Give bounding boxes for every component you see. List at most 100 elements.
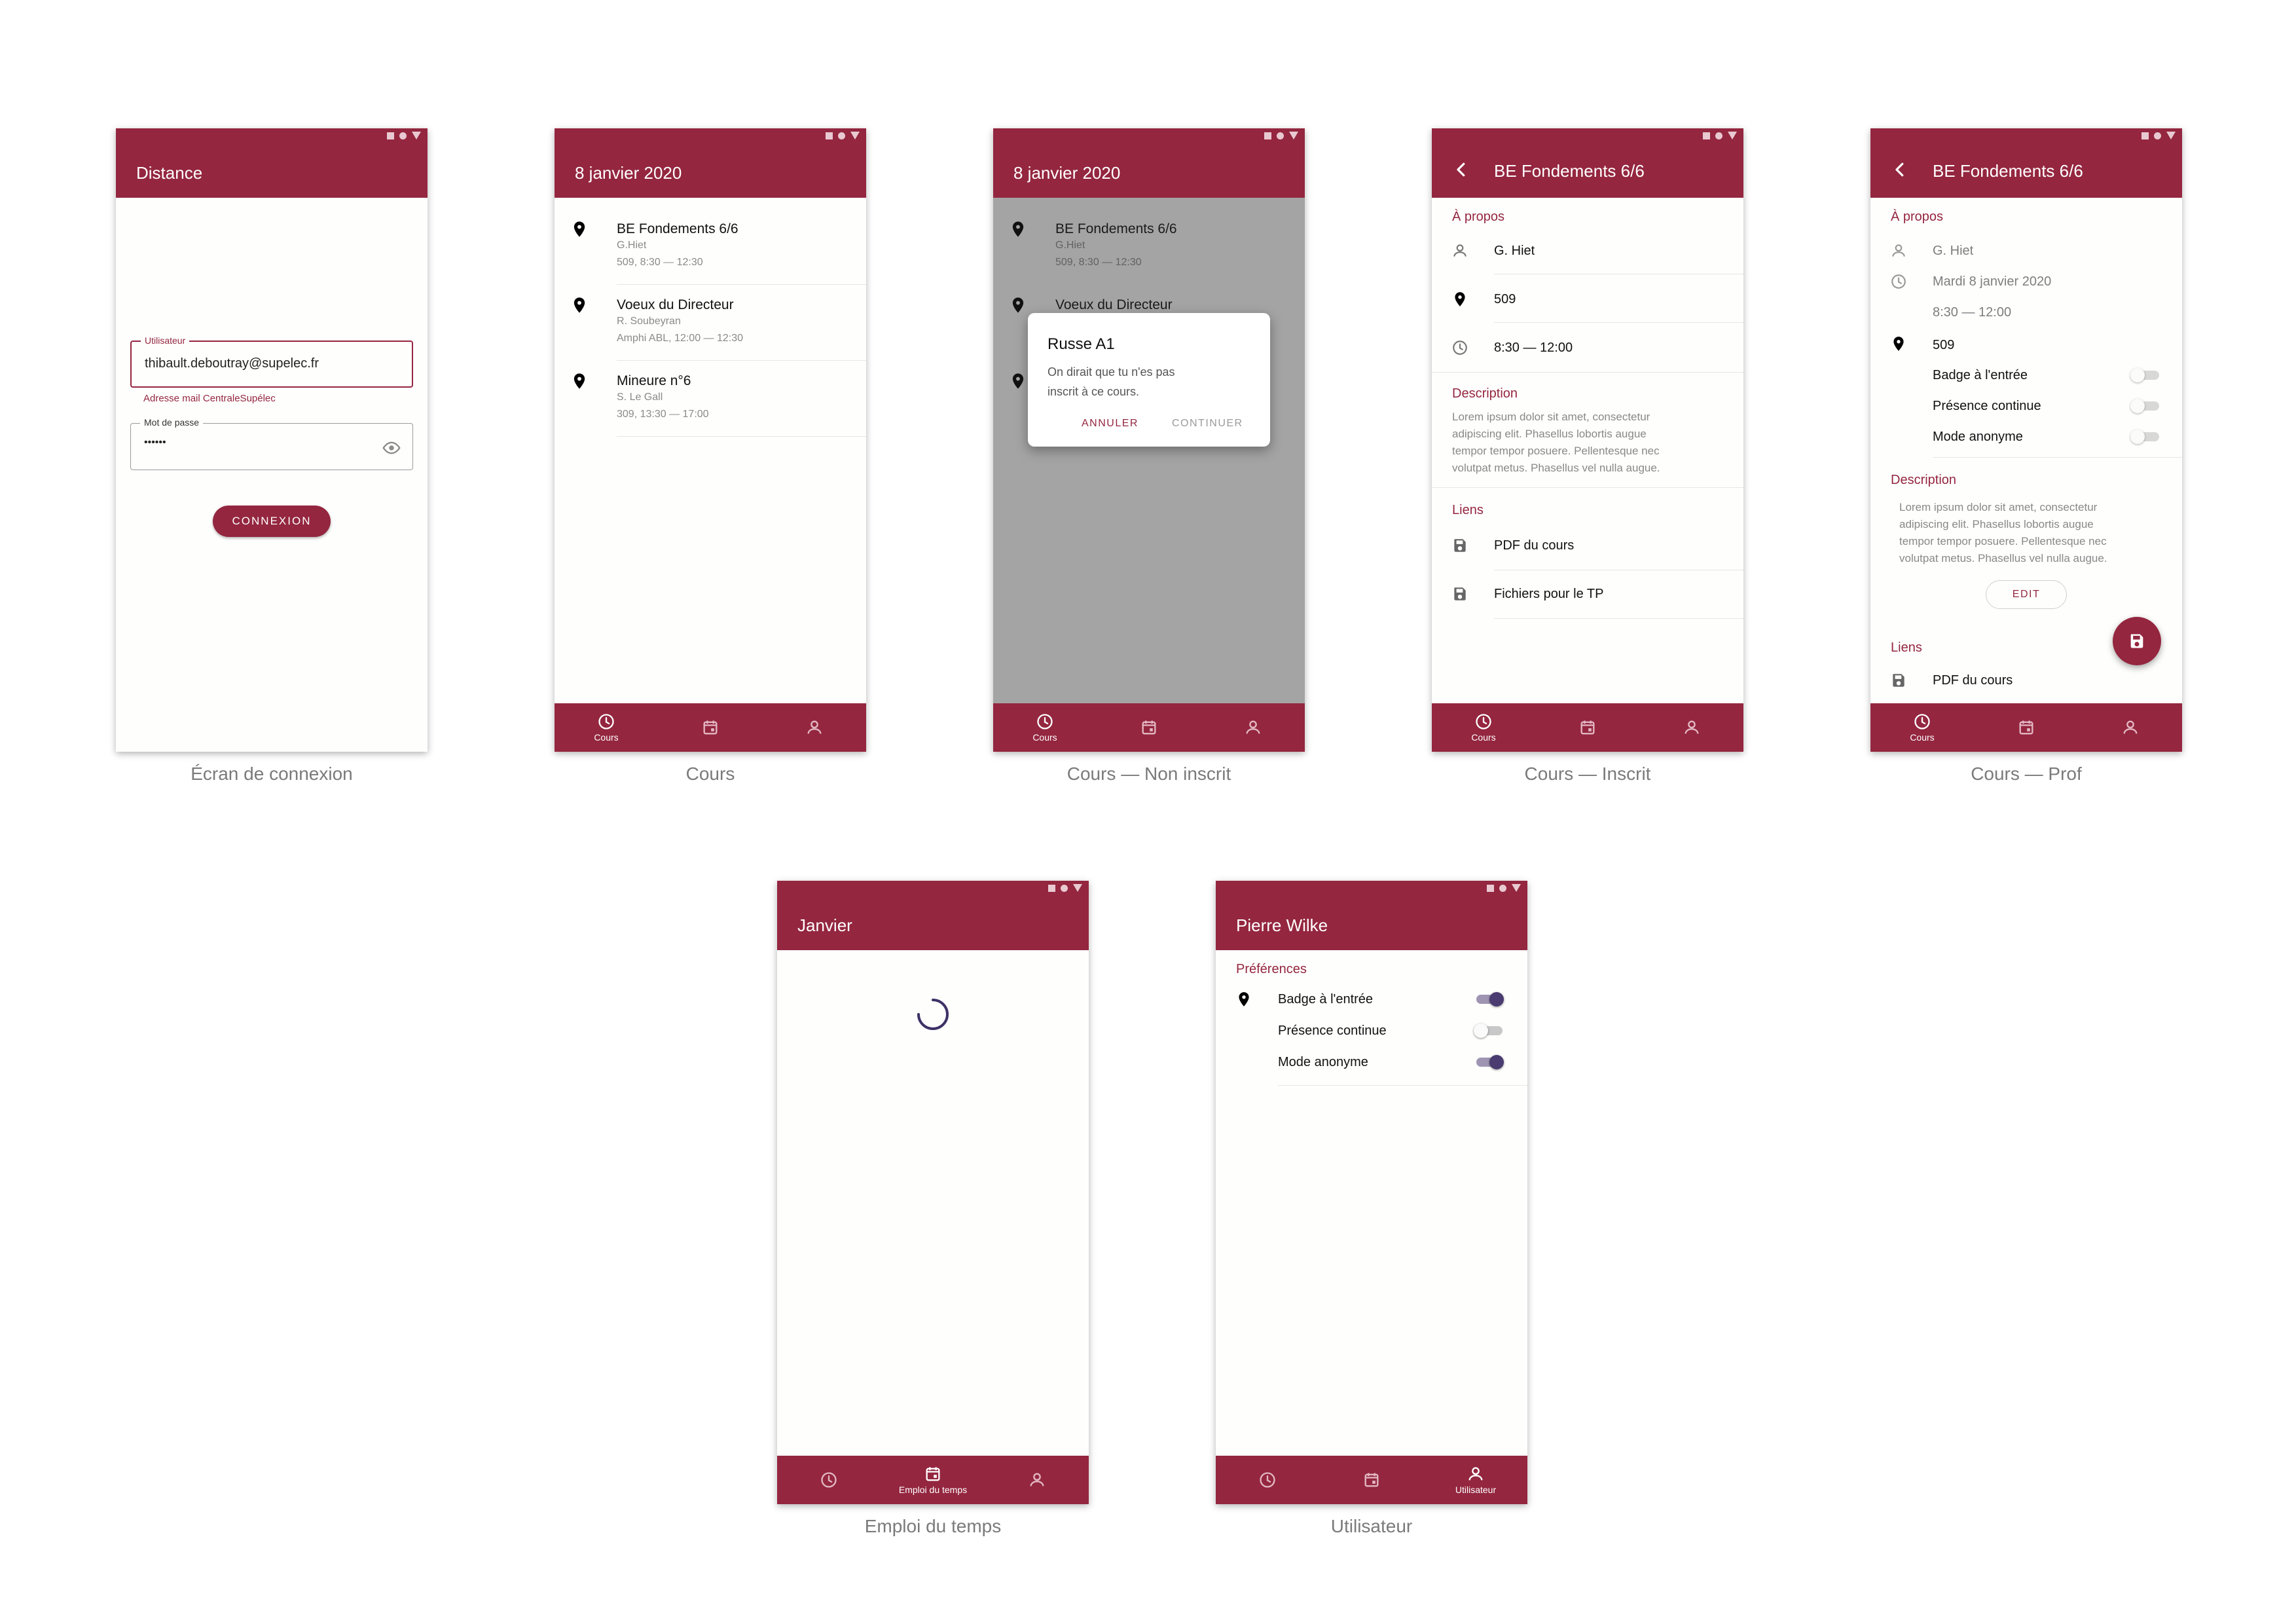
map-pin-icon (1235, 991, 1252, 1008)
divider (617, 360, 866, 361)
chevron-left-icon[interactable] (1890, 160, 1910, 179)
status-bar (1870, 128, 2182, 144)
username-value: thibault.deboutray@supelec.fr (145, 356, 319, 371)
circle-icon (838, 132, 845, 139)
app-title: 8 janvier 2020 (575, 163, 682, 183)
schedule-screen: Janvier Emploi du temps (777, 881, 1089, 1504)
teacher-name: G. Hiet (1494, 244, 1535, 258)
caption-enrolled: Cours — Inscrit (1524, 764, 1651, 784)
nav-courses[interactable] (777, 1456, 881, 1504)
cancel-button[interactable]: ANNULER (1082, 418, 1139, 430)
password-label: Mot de passe (140, 417, 204, 428)
calendar-icon (1578, 718, 1597, 737)
course-item[interactable]: Mineure n°6 S. Le Gall 309, 13:30 — 17:0… (555, 369, 866, 443)
username-field[interactable]: Utilisateur thibault.deboutray@supelec.f… (130, 335, 413, 388)
nav-courses[interactable] (1216, 1456, 1319, 1504)
caption-courses: Cours (685, 764, 735, 784)
nav-schedule[interactable]: Emploi du temps (881, 1456, 985, 1504)
nav-courses[interactable]: Cours (1432, 703, 1535, 752)
description-line: tempor tempor posuere. Pellentesque nec (1899, 535, 2107, 547)
caption-prof: Cours — Prof (1971, 764, 2082, 784)
dialog-scrim[interactable] (993, 198, 1305, 703)
nav-user[interactable] (2079, 703, 2182, 752)
nav-schedule[interactable] (1536, 703, 1639, 752)
room: 509 (1494, 292, 1516, 306)
person-icon (805, 718, 824, 737)
divider (1278, 1085, 1527, 1086)
person-icon (1467, 1465, 1485, 1483)
save-fab[interactable] (2113, 617, 2161, 665)
badge-toggle[interactable] (1474, 992, 1504, 1006)
link-tp-files[interactable]: Fichiers pour le TP (1432, 576, 1743, 623)
about-section-title: À propos (1452, 210, 1505, 224)
triangle-icon (2166, 132, 2176, 139)
square-icon (1703, 132, 1710, 139)
nav-courses-label: Cours (1471, 732, 1496, 743)
clock-icon (1890, 273, 1907, 290)
nav-courses[interactable]: Cours (1870, 703, 1974, 752)
app-bar: 8 janvier 2020 (993, 144, 1305, 198)
nav-schedule[interactable] (659, 703, 762, 752)
clock-icon (1258, 1471, 1277, 1489)
badge-toggle[interactable] (2130, 368, 2160, 382)
app-title: 8 janvier 2020 (1013, 163, 1121, 183)
nav-courses[interactable]: Cours (993, 703, 1097, 752)
nav-user[interactable] (1640, 703, 1743, 752)
preferences-section-title: Préférences (1236, 962, 1307, 976)
login-button[interactable]: CONNEXION (213, 506, 331, 537)
nav-courses-label: Cours (594, 732, 619, 743)
course-details: 309, 13:30 — 17:00 (617, 409, 709, 420)
dialog-text-line-1: On dirait que tu n'es pas (1048, 365, 1175, 378)
nav-schedule[interactable] (1320, 1456, 1423, 1504)
edit-button[interactable]: EDIT (1986, 580, 2067, 609)
nav-courses[interactable]: Cours (555, 703, 658, 752)
app-bar: Janvier (777, 896, 1089, 950)
app-title: BE Fondements 6/6 (1494, 161, 1645, 181)
anonymous-toggle[interactable] (1474, 1055, 1504, 1069)
username-helper: Adresse mail CentraleSupélec (143, 393, 276, 404)
anonymous-toggle[interactable] (2130, 430, 2160, 444)
courses-screen: 8 janvier 2020 BE Fondements 6/6 G.Hiet … (555, 128, 866, 752)
login-button-label: CONNEXION (232, 515, 312, 527)
description-line: tempor tempor posuere. Pellentesque nec (1452, 445, 1660, 457)
nav-user[interactable] (985, 1456, 1089, 1504)
description-line: adipiscing elit. Phasellus lobortis augu… (1452, 428, 1647, 440)
course-item[interactable]: Voeux du Directeur R. Soubeyran Amphi AB… (555, 293, 866, 367)
circle-icon (1061, 884, 1068, 892)
app-title: BE Fondements 6/6 (1933, 161, 2083, 181)
app-bar: 8 janvier 2020 (555, 144, 866, 198)
continue-button[interactable]: CONTINUER (1172, 418, 1243, 430)
description-text: Lorem ipsum dolor sit amet, consectetur … (1452, 409, 1721, 477)
nav-user[interactable] (763, 703, 866, 752)
calendar-icon (2017, 718, 2035, 737)
eye-icon[interactable] (382, 439, 401, 457)
nav-schedule[interactable] (1975, 703, 2078, 752)
presence-toggle[interactable] (2130, 399, 2160, 413)
person-icon (1028, 1471, 1046, 1489)
description-text[interactable]: Lorem ipsum dolor sit amet, consectetur … (1899, 499, 2168, 567)
course-item[interactable]: BE Fondements 6/6 G.Hiet 509, 8:30 — 12:… (555, 217, 866, 291)
course-teacher: G.Hiet (617, 240, 647, 251)
app-bar: BE Fondements 6/6 (1870, 144, 2182, 198)
password-field[interactable]: Mot de passe •••••• (130, 417, 413, 470)
links-section-title: Liens (1452, 503, 1484, 517)
link-pdf[interactable]: PDF du cours (1432, 528, 1743, 575)
bottom-nav: Emploi du temps (777, 1456, 1089, 1504)
presence-toggle[interactable] (1474, 1024, 1504, 1038)
app-title: Distance (136, 163, 203, 183)
link-label: Fichiers pour le TP (1494, 587, 1604, 601)
description-line: Lorem ipsum dolor sit amet, consectetur (1452, 411, 1650, 423)
divider (1432, 372, 1743, 373)
triangle-icon (1512, 884, 1521, 892)
circle-icon (2154, 132, 2161, 139)
nav-user[interactable]: Utilisateur (1424, 1456, 1527, 1504)
nav-schedule[interactable] (1097, 703, 1201, 752)
person-icon (1683, 718, 1701, 737)
toggle-label-badge: Badge à l'entrée (1278, 992, 1374, 1006)
link-pdf[interactable]: PDF du cours (1933, 673, 2013, 688)
square-icon (826, 132, 833, 139)
square-icon (387, 132, 394, 139)
caption-user: Utilisateur (1330, 1516, 1413, 1536)
chevron-left-icon[interactable] (1451, 160, 1471, 179)
nav-user[interactable] (1201, 703, 1305, 752)
